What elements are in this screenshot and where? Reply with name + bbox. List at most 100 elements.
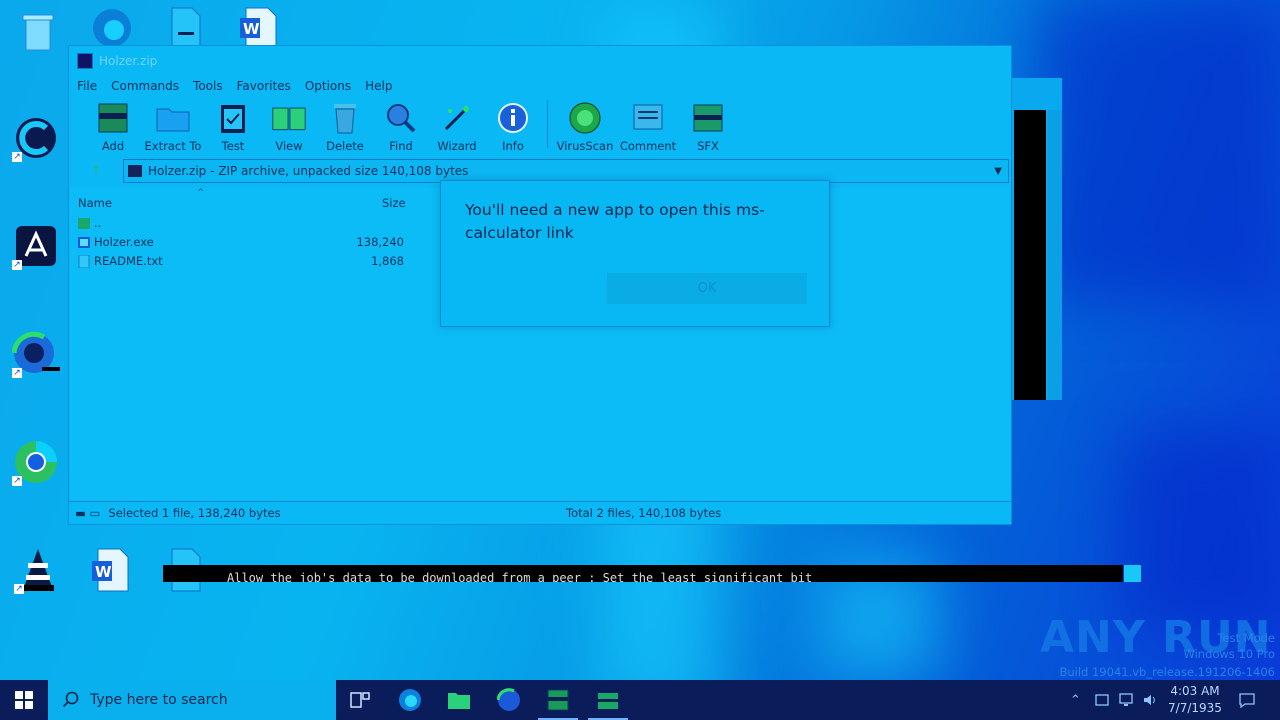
- folder-up-icon: [78, 217, 90, 229]
- console-cursor: [1124, 565, 1141, 582]
- column-name-header[interactable]: Name: [78, 196, 112, 210]
- archive-icon: [128, 165, 142, 177]
- file-explorer-icon: [448, 693, 470, 709]
- wizard-button[interactable]: Wizard: [429, 100, 485, 153]
- taskbar-edge[interactable]: [386, 680, 434, 720]
- status-total: Total 2 files, 140,108 bytes: [566, 506, 722, 520]
- menu-commands[interactable]: Commands: [111, 79, 179, 93]
- file-row-holzer-exe[interactable]: Holzer.exe 138,240: [78, 233, 404, 251]
- book-icon: [271, 100, 307, 136]
- menu-help[interactable]: Help: [365, 79, 392, 93]
- console-text: Allow the job's data to be downloaded fr…: [227, 571, 813, 582]
- search-icon: [62, 691, 79, 708]
- sort-indicator-icon: ^: [197, 188, 205, 198]
- shortcut-arrow-icon: ↗: [12, 368, 22, 378]
- svg-text:W: W: [95, 563, 112, 581]
- drive-icon: ▬ ▭: [75, 506, 101, 520]
- virusscan-button[interactable]: VirusScan: [554, 100, 616, 153]
- volume-icon[interactable]: [1142, 680, 1160, 720]
- menu-options[interactable]: Options: [305, 79, 351, 93]
- recycle-bin-icon[interactable]: [14, 8, 62, 56]
- background-window[interactable]: [1012, 78, 1062, 400]
- background-window-scrollbar[interactable]: [1048, 110, 1062, 400]
- menu-bar: File Commands Tools Favorites Options He…: [69, 76, 1011, 96]
- firefox-desktop-icon[interactable]: ↗: [12, 330, 60, 378]
- shortcut-arrow-icon: ↗: [12, 476, 22, 486]
- winrar-app-icon: [77, 53, 93, 69]
- winrar-icon: [547, 689, 569, 711]
- menu-file[interactable]: File: [77, 79, 97, 93]
- taskbar-file-explorer[interactable]: [435, 680, 483, 720]
- info-icon: [495, 100, 531, 136]
- tray-overflow-icon[interactable]: ⌃: [1070, 680, 1081, 720]
- word-doc-desktop-icon[interactable]: W: [86, 546, 134, 594]
- taskbar-search-box[interactable]: Type here to search: [48, 680, 336, 720]
- shortcut-arrow-icon: ↗: [12, 152, 22, 162]
- status-selected: Selected 1 file, 138,240 bytes: [108, 506, 281, 520]
- windows-logo-icon: [15, 691, 33, 709]
- status-bar: ▬ ▭ Selected 1 file, 138,240 bytes Total…: [69, 501, 1011, 524]
- ccleaner-desktop-icon[interactable]: ↗: [12, 114, 60, 162]
- virus-scan-icon: [567, 100, 603, 136]
- watermark-build: Build 19041.vb_release.191206-1406: [1059, 665, 1275, 679]
- sfx-icon: [690, 100, 726, 136]
- delete-button[interactable]: Delete: [317, 100, 373, 153]
- menu-favorites[interactable]: Favorites: [237, 79, 291, 93]
- taskbar-winrar[interactable]: [534, 680, 582, 720]
- taskbar-winrar-sfx[interactable]: [584, 680, 632, 720]
- search-placeholder: Type here to search: [90, 692, 228, 708]
- ok-button[interactable]: OK: [607, 273, 807, 304]
- start-button[interactable]: [0, 680, 48, 720]
- file-row-parent[interactable]: ..: [78, 214, 404, 232]
- taskbar: Type here to search ⌃ 4:03 AM 7/7/1935: [0, 680, 1280, 720]
- text-file-icon: [78, 254, 90, 268]
- sfx-button[interactable]: SFX: [680, 100, 736, 153]
- shortcut-arrow-icon: ↗: [12, 260, 22, 270]
- watermark-edition: Windows 10 Pro: [1183, 647, 1275, 661]
- test-button[interactable]: Test: [205, 100, 261, 153]
- background-window-content: [1014, 110, 1046, 400]
- add-archive-icon: [95, 100, 131, 136]
- clock-date: 7/7/1935: [1168, 701, 1222, 715]
- window-title: Holzer.zip: [99, 54, 158, 68]
- exe-file-icon: [78, 236, 90, 248]
- up-arrow-icon[interactable]: ↑: [69, 163, 123, 179]
- column-size-header[interactable]: Size: [382, 196, 406, 210]
- window-titlebar[interactable]: Holzer.zip: [69, 46, 1011, 76]
- folder-icon: [155, 100, 191, 136]
- dialog-message: You'll need a new app to open this ms-ca…: [465, 201, 765, 242]
- chrome-desktop-icon[interactable]: ↗: [12, 438, 60, 486]
- find-button[interactable]: Find: [373, 100, 429, 153]
- magic-wand-icon: [439, 100, 475, 136]
- trash-icon: [327, 100, 363, 136]
- view-button[interactable]: View: [261, 100, 317, 153]
- comment-icon: [630, 100, 666, 136]
- clock-time: 4:03 AM: [1170, 684, 1220, 698]
- system-clock[interactable]: 4:03 AM 7/7/1935: [1166, 683, 1224, 717]
- svg-text:W: W: [243, 20, 260, 38]
- path-text: Holzer.zip - ZIP archive, unpacked size …: [148, 164, 469, 178]
- chevron-down-icon[interactable]: ▼: [994, 166, 1002, 177]
- extract-to-button[interactable]: Extract To: [141, 100, 205, 153]
- network-icon[interactable]: [1118, 680, 1136, 720]
- comment-button[interactable]: Comment: [616, 100, 680, 153]
- toolbar-separator: [547, 100, 548, 148]
- tray-security-icon[interactable]: [1094, 680, 1110, 720]
- edge-icon: [399, 689, 421, 711]
- acrobat-desktop-icon[interactable]: ↗: [12, 222, 60, 270]
- add-button[interactable]: Add: [85, 100, 141, 153]
- watermark-test-mode: Test Mode: [1217, 631, 1275, 645]
- menu-tools[interactable]: Tools: [193, 79, 223, 93]
- clipboard-check-icon: [215, 100, 251, 136]
- open-with-dialog[interactable]: You'll need a new app to open this ms-ca…: [440, 180, 830, 327]
- archive-stack-icon: [598, 693, 618, 709]
- taskbar-firefox[interactable]: [485, 680, 533, 720]
- magnifier-icon: [383, 100, 419, 136]
- info-button[interactable]: Info: [485, 100, 541, 153]
- file-row-readme-txt[interactable]: README.txt 1,868: [78, 252, 404, 270]
- task-view-button[interactable]: [336, 680, 384, 720]
- console-output: Allow the job's data to be downloaded fr…: [163, 565, 1123, 582]
- vlc-desktop-icon[interactable]: ↗: [14, 546, 62, 594]
- notifications-icon[interactable]: [1238, 680, 1256, 720]
- firefox-icon: [497, 688, 520, 711]
